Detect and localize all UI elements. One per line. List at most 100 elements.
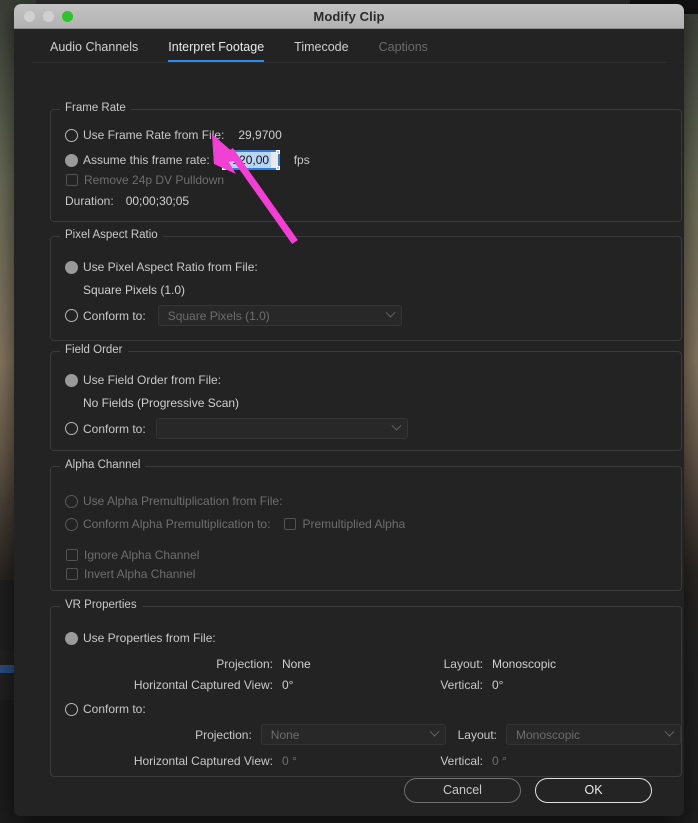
field-order-legend: Field Order bbox=[60, 344, 128, 356]
use-alpha-premultiplication-radio bbox=[65, 494, 78, 508]
vr-conform-layout-value: Monoscopic bbox=[516, 727, 581, 742]
tab-interpret-footage[interactable]: Interpret Footage bbox=[168, 40, 265, 62]
duration-label: Duration: bbox=[65, 194, 114, 208]
minimize-button[interactable] bbox=[43, 11, 54, 22]
frame-rate-group: Frame Rate Use Frame Rate from File: 29,… bbox=[50, 102, 682, 222]
vr-file-projection-label: Projection: bbox=[216, 657, 273, 671]
tab-audio-channels[interactable]: Audio Channels bbox=[50, 40, 138, 62]
invert-alpha-channel-checkbox bbox=[66, 568, 78, 580]
field-order-group: Field Order Use Field Order from File: N… bbox=[50, 344, 682, 451]
assume-frame-rate-row[interactable]: Assume this frame rate: 120,00 fps bbox=[65, 150, 310, 170]
use-frame-rate-from-file-radio[interactable] bbox=[65, 128, 78, 142]
par-conform-label: Conform to: bbox=[83, 308, 146, 323]
conform-alpha-premultiplication-label: Conform Alpha Premultiplication to: bbox=[83, 517, 271, 531]
vr-conform-row[interactable]: Conform to: bbox=[65, 702, 146, 716]
cancel-button[interactable]: Cancel bbox=[404, 777, 521, 803]
tab-bar: Audio Channels Interpret Footage Timecod… bbox=[32, 29, 666, 63]
field-order-conform-radio[interactable] bbox=[65, 422, 78, 435]
vr-file-vertical-value: 0° bbox=[492, 678, 504, 692]
use-vr-properties-from-file-label: Use Properties from File: bbox=[83, 631, 216, 645]
ignore-alpha-channel-checkbox bbox=[66, 549, 78, 561]
input-handle-bottom-right bbox=[275, 166, 280, 170]
vr-file-projection-row: Projection: None Layout: Monoscopic bbox=[51, 655, 681, 673]
window-title: Modify Clip bbox=[313, 8, 385, 24]
chevron-down-icon bbox=[429, 726, 440, 737]
assume-frame-rate-value: 120,00 bbox=[230, 152, 272, 168]
vr-properties-group: VR Properties Use Properties from File: … bbox=[50, 599, 682, 777]
use-frame-rate-from-file-value: 29,9700 bbox=[238, 128, 282, 142]
use-par-from-file-label: Use Pixel Aspect Ratio from File: bbox=[83, 260, 258, 274]
use-field-order-from-file-row[interactable]: Use Field Order from File: bbox=[65, 373, 221, 387]
use-vr-properties-from-file-row[interactable]: Use Properties from File: bbox=[65, 631, 216, 645]
vr-conform-projection-select[interactable]: None bbox=[260, 724, 446, 745]
use-par-from-file-row[interactable]: Use Pixel Aspect Ratio from File: bbox=[65, 260, 258, 274]
vr-file-projection-value: None bbox=[282, 657, 311, 671]
par-conform-radio[interactable] bbox=[65, 309, 78, 322]
window-controls bbox=[24, 4, 73, 29]
remove-24p-pulldown-checkbox bbox=[66, 174, 78, 186]
vr-properties-legend: VR Properties bbox=[60, 599, 142, 611]
input-handle-bottom-left bbox=[221, 166, 226, 170]
vr-file-layout-label: Layout: bbox=[443, 657, 483, 671]
vr-file-horizontal-label: Horizontal Captured View: bbox=[133, 678, 273, 692]
use-vr-properties-from-file-radio[interactable] bbox=[65, 631, 78, 645]
zoom-button[interactable] bbox=[62, 11, 73, 22]
vr-conform-projection-row: Projection: None Layout: Monoscopic bbox=[51, 724, 681, 745]
premultiplied-alpha-checkbox bbox=[284, 518, 297, 530]
vr-conform-label: Conform to: bbox=[83, 702, 146, 716]
invert-alpha-channel-label: Invert Alpha Channel bbox=[84, 567, 196, 581]
vr-file-horizontal-value: 0° bbox=[282, 678, 294, 692]
close-button[interactable] bbox=[24, 11, 35, 22]
use-field-order-from-file-label: Use Field Order from File: bbox=[83, 373, 222, 387]
vr-file-horizontal-row: Horizontal Captured View: 0° Vertical: 0… bbox=[51, 676, 681, 694]
assume-frame-rate-radio[interactable] bbox=[65, 153, 78, 167]
use-frame-rate-from-file-label: Use Frame Rate from File: bbox=[83, 128, 225, 142]
input-handle-top-left bbox=[221, 150, 226, 154]
dialog-footer: Cancel OK bbox=[14, 764, 684, 816]
fps-unit-label: fps bbox=[293, 153, 310, 167]
par-conform-select-value: Square Pixels (1.0) bbox=[167, 308, 270, 323]
assume-frame-rate-input[interactable]: 120,00 bbox=[221, 150, 280, 170]
frame-rate-legend: Frame Rate bbox=[60, 102, 131, 114]
field-order-file-value: No Fields (Progressive Scan) bbox=[83, 396, 240, 410]
tab-timecode[interactable]: Timecode bbox=[294, 40, 348, 62]
par-file-value-row: Square Pixels (1.0) bbox=[83, 283, 185, 297]
chevron-down-icon bbox=[664, 726, 675, 737]
modify-clip-dialog: Modify Clip Audio Channels Interpret Foo… bbox=[14, 4, 684, 816]
field-order-file-value-row: No Fields (Progressive Scan) bbox=[83, 396, 239, 410]
field-order-conform-row[interactable]: Conform to: bbox=[65, 418, 408, 439]
remove-24p-pulldown-row: Remove 24p DV Pulldown bbox=[66, 173, 224, 187]
vr-file-layout-value: Monoscopic bbox=[492, 657, 557, 671]
field-order-conform-label: Conform to: bbox=[83, 421, 146, 436]
field-order-conform-select[interactable] bbox=[155, 418, 408, 439]
invert-alpha-channel-row: Invert Alpha Channel bbox=[66, 567, 195, 581]
use-par-from-file-radio[interactable] bbox=[65, 260, 78, 274]
use-alpha-premultiplication-label: Use Alpha Premultiplication from File: bbox=[83, 494, 283, 508]
ok-button[interactable]: OK bbox=[535, 777, 652, 803]
remove-24p-pulldown-label: Remove 24p DV Pulldown bbox=[84, 173, 225, 187]
ignore-alpha-channel-label: Ignore Alpha Channel bbox=[84, 548, 200, 562]
par-file-value: Square Pixels (1.0) bbox=[83, 283, 186, 297]
duration-value: 00;00;30;05 bbox=[125, 194, 190, 208]
duration-row: Duration: 00;00;30;05 bbox=[65, 194, 189, 208]
vr-conform-layout-label: Layout: bbox=[457, 727, 497, 742]
vr-file-vertical-label: Vertical: bbox=[440, 678, 483, 692]
pixel-aspect-ratio-group: Pixel Aspect Ratio Use Pixel Aspect Rati… bbox=[50, 229, 682, 341]
input-handle-top-right bbox=[275, 150, 280, 154]
vr-conform-radio[interactable] bbox=[65, 702, 78, 716]
tab-captions: Captions bbox=[378, 40, 428, 54]
conform-alpha-premultiplication-row: Conform Alpha Premultiplication to: Prem… bbox=[65, 517, 405, 531]
premultiplied-alpha-label: Premultiplied Alpha bbox=[302, 517, 406, 531]
use-frame-rate-from-file-row[interactable]: Use Frame Rate from File: 29,9700 bbox=[65, 128, 282, 142]
chevron-down-icon bbox=[385, 307, 396, 318]
ignore-alpha-channel-row: Ignore Alpha Channel bbox=[66, 548, 199, 562]
vr-conform-projection-label: Projection: bbox=[195, 727, 252, 742]
window-titlebar[interactable]: Modify Clip bbox=[14, 4, 684, 29]
par-conform-select[interactable]: Square Pixels (1.0) bbox=[157, 305, 402, 326]
chevron-down-icon bbox=[391, 420, 402, 431]
use-field-order-from-file-radio[interactable] bbox=[65, 373, 78, 387]
vr-conform-layout-select[interactable]: Monoscopic bbox=[506, 724, 681, 745]
alpha-channel-group: Alpha Channel Use Alpha Premultiplicatio… bbox=[50, 459, 682, 591]
par-conform-row[interactable]: Conform to: Square Pixels (1.0) bbox=[65, 305, 402, 326]
pixel-aspect-ratio-legend: Pixel Aspect Ratio bbox=[60, 229, 163, 241]
